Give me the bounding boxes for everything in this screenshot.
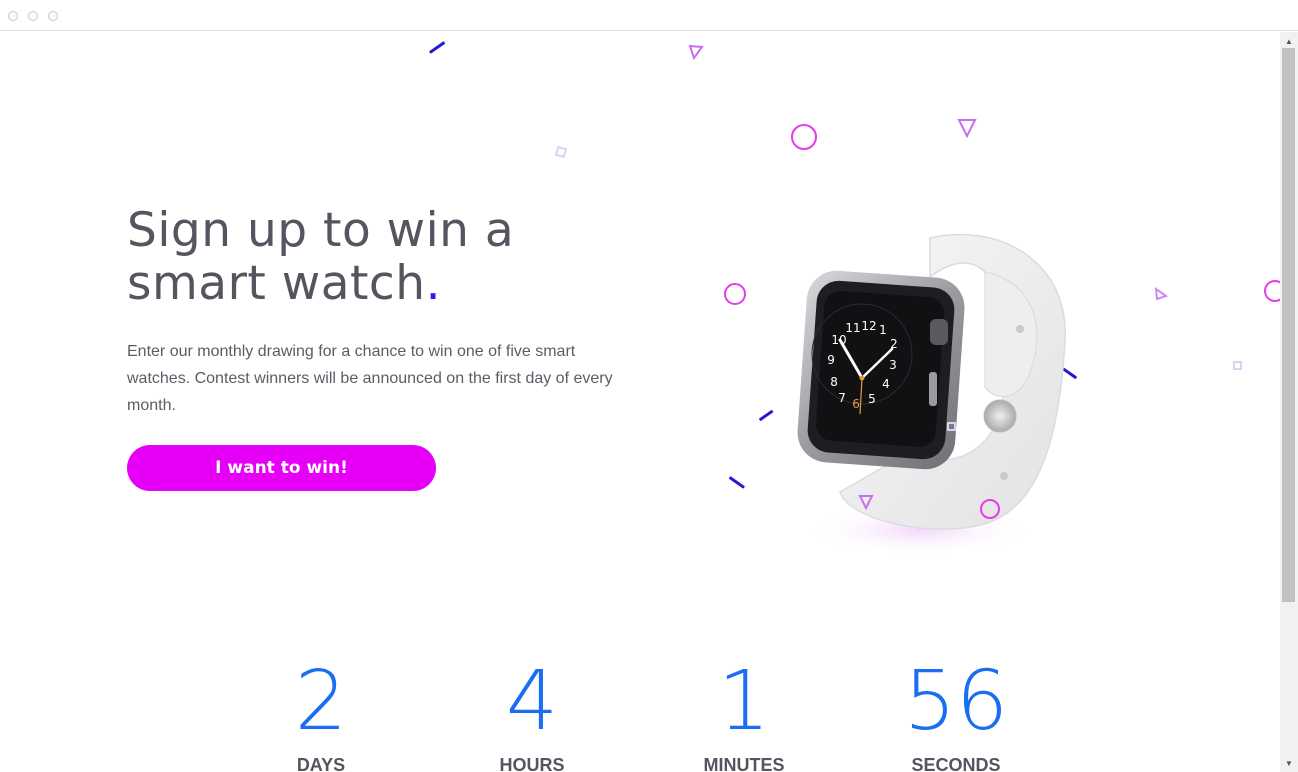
window-minimize-icon[interactable] (28, 11, 38, 21)
dial-numeral: 11 (845, 321, 860, 335)
countdown-minutes: 1 MINUTES (644, 652, 844, 772)
countdown-hours: 4 HOURS (432, 652, 632, 772)
countdown-hours-value: 4 (505, 654, 559, 749)
countdown-days-label: DAYS (296, 755, 346, 772)
confetti-triangle (1154, 287, 1168, 301)
hero-description: Enter our monthly drawing for a chance t… (127, 343, 613, 414)
confetti-ring (1264, 280, 1280, 302)
headline-line-2: smart watch (127, 256, 426, 311)
i-want-to-win-button[interactable]: I want to win! (127, 445, 436, 491)
headline-period: . (425, 256, 442, 311)
countdown-minutes-label: MINUTES (703, 755, 785, 772)
smart-watch-image: 12 1 2 3 4 5 6 7 8 9 10 11 (797, 233, 1066, 556)
countdown-timer: 2 DAYS 4 HOURS 1 MINUTES 56 SECONDS (0, 652, 1280, 772)
dial-numeral: 4 (882, 377, 890, 391)
confetti-square (1233, 361, 1242, 370)
countdown-days: 2 DAYS (221, 652, 421, 772)
confetti-square (554, 145, 568, 159)
scroll-up-arrow-icon[interactable]: ▲ (1280, 34, 1298, 48)
countdown-minutes-value: 1 (717, 654, 771, 749)
scrollbar-thumb[interactable] (1282, 48, 1295, 602)
confetti-square (947, 422, 956, 431)
confetti-ring (791, 124, 817, 150)
confetti-triangle (957, 119, 977, 138)
headline-line-1: Sign up to win a (127, 203, 515, 258)
countdown-seconds-label: SECONDS (911, 755, 1001, 772)
countdown-days-value: 2 (294, 654, 348, 749)
dial-numeral: 12 (861, 319, 876, 333)
confetti-triangle (688, 44, 704, 60)
confetti-ring (724, 283, 746, 305)
dial-numeral: 1 (879, 323, 887, 337)
dial-numeral: 7 (838, 391, 846, 405)
vertical-scrollbar[interactable]: ▲ ▼ (1280, 32, 1298, 772)
countdown-seconds: 56 SECONDS (856, 652, 1056, 772)
confetti-line (728, 476, 746, 489)
dial-numeral: 5 (868, 392, 876, 406)
countdown-seconds-value: 56 (903, 654, 1009, 749)
hero-headline: Sign up to win a smart watch. (127, 204, 514, 310)
confetti-triangle (858, 495, 874, 510)
dial-numeral: 3 (889, 358, 897, 372)
page-viewport: 12 1 2 3 4 5 6 7 8 9 10 11 Sign up to wi… (0, 32, 1280, 772)
dial-numeral: 6 (852, 397, 860, 411)
confetti-line (428, 41, 446, 54)
scroll-down-arrow-icon[interactable]: ▼ (1280, 756, 1298, 770)
window-close-icon[interactable] (8, 11, 18, 21)
dial-numeral: 9 (827, 353, 835, 367)
countdown-hours-label: HOURS (499, 755, 565, 772)
browser-titlebar (0, 0, 1298, 31)
dial-numeral: 8 (830, 375, 838, 389)
confetti-line (758, 409, 774, 421)
window-maximize-icon[interactable] (48, 11, 58, 21)
confetti-ring (980, 499, 1000, 519)
